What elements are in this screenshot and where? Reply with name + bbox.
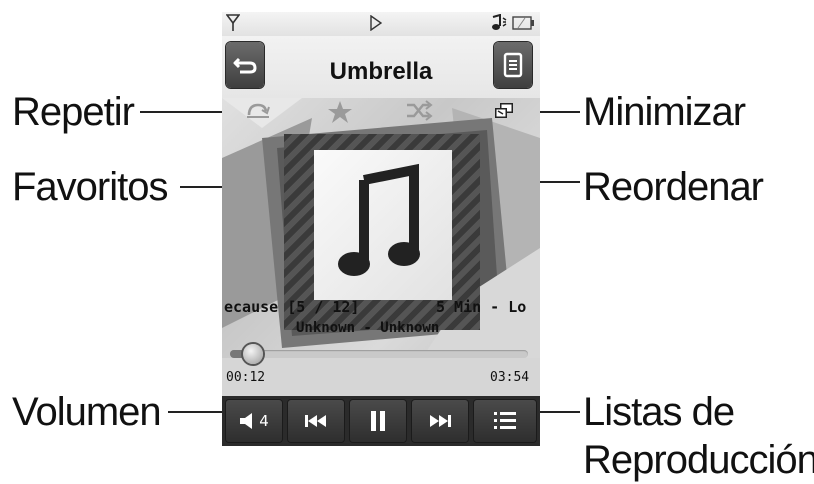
next-track-button[interactable] — [412, 400, 468, 442]
back-button[interactable] — [226, 42, 264, 88]
star-icon[interactable] — [327, 100, 353, 124]
callout-minimize: Minimizar — [583, 90, 746, 134]
album-art — [314, 150, 452, 300]
pause-button[interactable] — [350, 400, 406, 442]
previous-track-button[interactable] — [288, 400, 344, 442]
shuffle-icon[interactable] — [405, 100, 433, 122]
menu-button[interactable] — [494, 42, 532, 88]
callout-line-volume — [168, 411, 230, 413]
previous-track-icon — [305, 415, 326, 427]
artist-album: Unknown - Unknown — [296, 320, 440, 336]
speaker-icon — [240, 413, 253, 429]
status-bar — [222, 12, 540, 36]
pause-icon — [371, 411, 385, 431]
total-time: 03:54 — [490, 370, 530, 385]
callout-repeat: Repetir — [12, 90, 135, 134]
callout-shuffle: Reordenar — [583, 165, 764, 209]
menu-icon — [503, 52, 523, 78]
callout-favorites: Favoritos — [12, 165, 168, 209]
progress-knob[interactable] — [242, 344, 263, 364]
track-info-right: 5 Min - Lo — [436, 298, 527, 316]
battery-icon — [512, 16, 534, 30]
song-title: Umbrella — [329, 58, 433, 85]
next-track-icon — [430, 415, 451, 427]
playlist-button[interactable] — [474, 400, 536, 442]
repeat-icon[interactable] — [244, 100, 272, 122]
signal-antenna-icon — [226, 14, 240, 31]
music-playing-status-icon — [492, 14, 507, 30]
callout-volume: Volumen — [12, 390, 162, 434]
callout-playlists-line1: Listas de — [583, 390, 735, 434]
music-note-icon — [338, 163, 420, 276]
album-art-background — [222, 98, 540, 358]
callout-playlists-line2: Reproducción — [583, 438, 814, 482]
back-arrow-icon — [233, 57, 257, 74]
play-status-icon — [370, 15, 382, 31]
progress-track[interactable] — [230, 350, 528, 358]
elapsed-time: 00:12 — [226, 370, 266, 385]
volume-button[interactable]: 4 — [226, 400, 282, 442]
volume-level: 4 — [259, 412, 269, 430]
track-info: ecause [5 / 12] — [224, 298, 360, 316]
minimize-icon[interactable] — [492, 100, 516, 122]
playlist-icon — [494, 412, 516, 429]
phone-screen: Umbrella ecause [5 / 12] 5 Min - Lo Unkn… — [222, 12, 540, 446]
